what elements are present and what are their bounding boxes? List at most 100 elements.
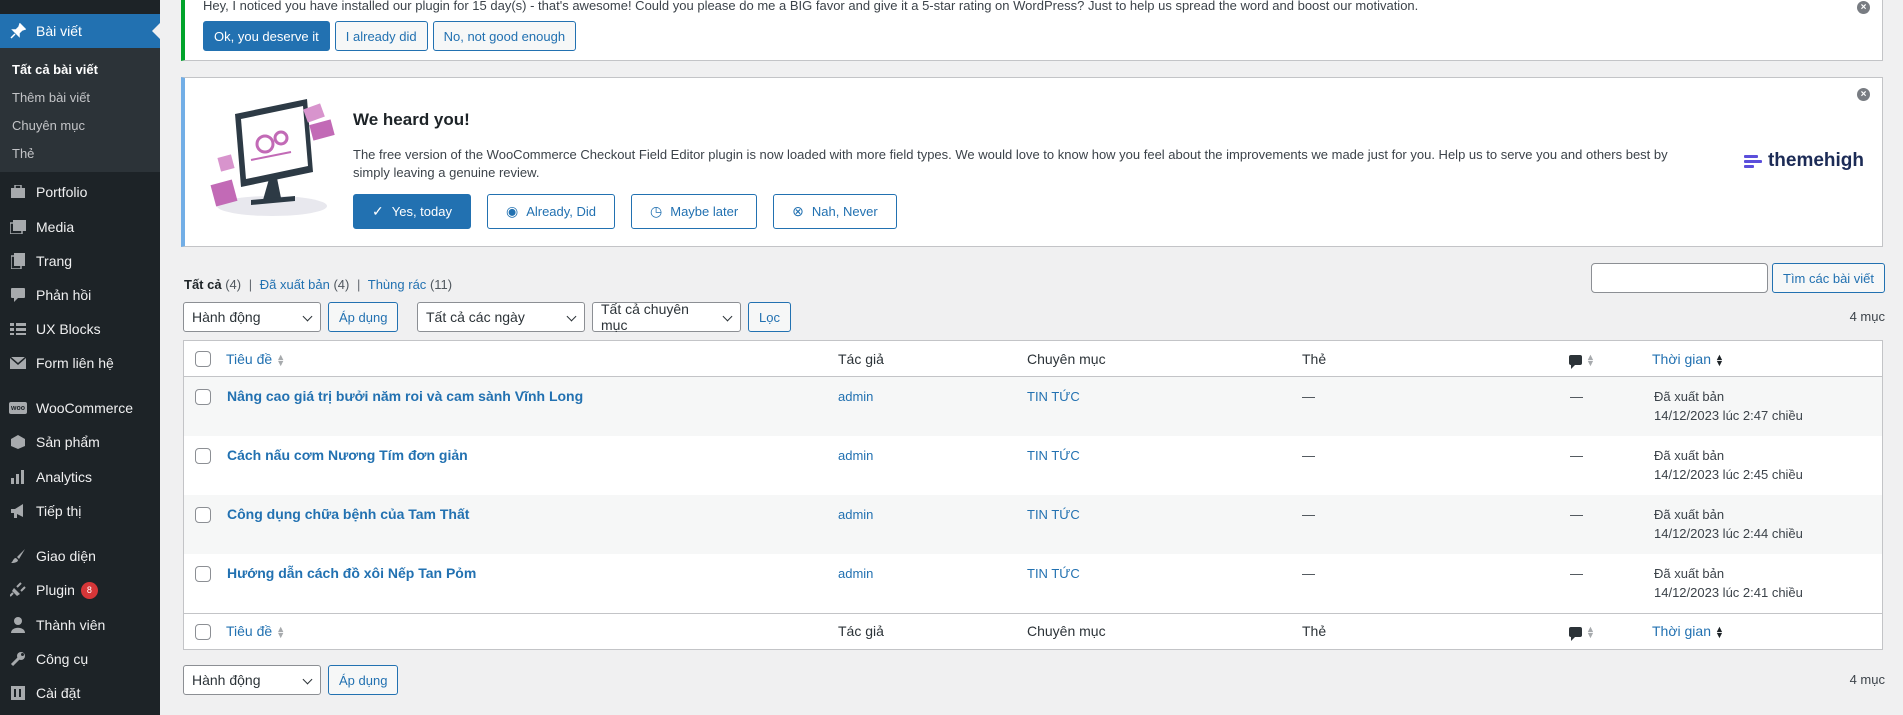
pin-icon: [0, 23, 36, 39]
sidebar-item-products[interactable]: Sản phẩm: [0, 425, 160, 459]
apply-button-bottom[interactable]: Áp dụng: [328, 665, 399, 695]
sidebar-item-portfolio[interactable]: Portfolio: [0, 175, 160, 209]
post-tags: —: [1302, 566, 1315, 581]
post-comments: —: [1570, 448, 1583, 463]
review-later-label: Maybe later: [670, 204, 739, 219]
review-later-button[interactable]: ◷ Maybe later: [631, 194, 758, 229]
sidebar-item-marketing[interactable]: Tiếp thị: [0, 494, 160, 528]
sidebar-item-analytics[interactable]: Analytics: [0, 460, 160, 494]
sidebar-item-users[interactable]: Thành viên: [0, 608, 160, 642]
already-rated-button[interactable]: I already did: [334, 21, 428, 51]
comment-icon: [0, 287, 36, 303]
post-author-link[interactable]: admin: [838, 448, 873, 463]
post-author-link[interactable]: admin: [838, 507, 873, 522]
bulk-action-select-bottom[interactable]: Hành động: [183, 665, 321, 695]
themehigh-logo: themehigh: [1743, 150, 1864, 172]
post-category-link[interactable]: TIN TỨC: [1027, 507, 1080, 522]
sidebar-item-label: Portfolio: [36, 184, 88, 200]
column-date-footer[interactable]: Thời gian ▲ ▼: [1652, 623, 1724, 641]
column-categories-header: Chuyên mục: [1027, 351, 1106, 367]
posts-submenu: Tất cả bài viết Thêm bài viết Chuyên mục…: [0, 48, 160, 172]
sidebar-item-posts[interactable]: Bài viết: [0, 14, 160, 48]
post-author-link[interactable]: admin: [838, 566, 873, 581]
sidebar-item-label: Sản phẩm: [36, 434, 100, 450]
sidebar-item-label: Phản hồi: [36, 287, 92, 303]
sort-icon: ▲ ▼: [276, 352, 286, 369]
column-author-header: Tác giả: [838, 351, 884, 367]
clock-icon: ◷: [650, 203, 663, 219]
view-trash[interactable]: Thùng rác (11): [368, 277, 452, 292]
sidebar-item-pages[interactable]: Trang: [0, 244, 160, 278]
review-never-button[interactable]: ⊗ Nah, Never: [773, 194, 897, 229]
apply-button[interactable]: Áp dụng: [328, 302, 399, 332]
column-comments-footer[interactable]: ▲ ▼: [1569, 623, 1595, 641]
search-input[interactable]: [1591, 263, 1768, 293]
submenu-add-post[interactable]: Thêm bài viết: [0, 84, 160, 112]
wrench-icon: [0, 651, 36, 667]
sidebar-item-woocommerce[interactable]: woo WooCommerce: [0, 391, 160, 425]
mail-icon: [0, 357, 36, 369]
post-tags: —: [1302, 389, 1315, 404]
column-title-header[interactable]: Tiêu đề ▲ ▼: [226, 351, 286, 369]
view-all[interactable]: Tất cả (4): [184, 277, 241, 292]
post-comments: —: [1570, 507, 1583, 522]
column-comments-header[interactable]: ▲ ▼: [1569, 351, 1595, 369]
not-good-enough-button[interactable]: No, not good enough: [432, 21, 577, 51]
rating-notice-text: Hey, I noticed you have installed our pl…: [203, 0, 1419, 13]
plugin-icon: [0, 582, 36, 598]
view-published[interactable]: Đã xuất bản (4): [260, 277, 350, 292]
filter-button[interactable]: Lọc: [748, 302, 791, 332]
portfolio-icon: [0, 185, 36, 199]
sidebar-item-contact-form[interactable]: Form liên hệ: [0, 346, 160, 380]
blocks-icon: [0, 323, 36, 335]
row-checkbox[interactable]: [195, 507, 211, 523]
post-title-link[interactable]: Cách nấu cơm Nương Tím đơn giản: [227, 447, 468, 463]
sidebar-item-label: Tiếp thị: [36, 503, 82, 519]
sidebar-item-tools[interactable]: Công cụ: [0, 642, 160, 676]
submenu-all-posts[interactable]: Tất cả bài viết: [0, 56, 160, 84]
review-yes-button[interactable]: ✓ Yes, today: [353, 194, 471, 229]
table-row: Hướng dẫn cách đồ xôi Nếp Tan Pỏm admin …: [184, 554, 1882, 613]
review-never-label: Nah, Never: [811, 204, 878, 219]
column-title-footer[interactable]: Tiêu đề ▲ ▼: [226, 623, 286, 641]
sidebar-item-label: Form liên hệ: [36, 355, 114, 371]
table-header: Tiêu đề ▲ ▼ Tác giả Chuyên mục Thẻ ▲ ▼ Thời…: [184, 341, 1882, 377]
column-date-header[interactable]: Thời gian ▲ ▼: [1652, 351, 1724, 368]
select-all-checkbox[interactable]: [195, 351, 211, 367]
submenu-tags[interactable]: Thẻ: [0, 140, 160, 168]
sidebar-item-settings[interactable]: Cài đặt: [0, 676, 160, 710]
post-status-views: Tất cả (4) | Đã xuất bản (4) | Thùng rác…: [184, 277, 452, 292]
close-icon[interactable]: ×: [1857, 1, 1870, 14]
sidebar-item-plugins[interactable]: Plugin 8: [0, 573, 160, 607]
table-footer: Tiêu đề ▲ ▼ Tác giả Chuyên mục Thẻ ▲ ▼ Thời…: [184, 613, 1882, 649]
sidebar-item-label: Trang: [36, 253, 73, 269]
bulk-action-select[interactable]: Hành động: [183, 302, 321, 332]
sidebar-item-comments[interactable]: Phản hồi: [0, 278, 160, 312]
sidebar-item-media[interactable]: Media: [0, 210, 160, 244]
row-checkbox[interactable]: [195, 566, 211, 582]
post-category-link[interactable]: TIN TỨC: [1027, 566, 1080, 581]
post-comments: —: [1570, 389, 1583, 404]
rate-yes-button[interactable]: Ok, you deserve it: [203, 21, 330, 51]
category-filter-select[interactable]: Tất cả chuyên mục: [592, 301, 741, 333]
search-posts-button[interactable]: Tìm các bài viết: [1772, 263, 1886, 293]
sidebar-item-appearance[interactable]: Giao diện: [0, 539, 160, 573]
post-category-link[interactable]: TIN TỨC: [1027, 389, 1080, 404]
review-already-button[interactable]: ◉ Already, Did: [486, 194, 616, 229]
sort-icon: ▲ ▼: [1715, 624, 1724, 641]
date-filter-select[interactable]: Tất cả các ngày: [417, 302, 585, 332]
brand-name: themehigh: [1767, 150, 1864, 171]
post-title-link[interactable]: Nâng cao giá trị bưởi năm roi và cam sàn…: [227, 388, 583, 404]
select-all-checkbox[interactable]: [195, 624, 211, 640]
submenu-categories[interactable]: Chuyên mục: [0, 112, 160, 140]
post-title-link[interactable]: Công dụng chữa bệnh của Tam Thất: [227, 506, 469, 522]
column-author-footer: Tác giả: [838, 623, 884, 639]
sort-icon: ▲ ▼: [276, 624, 286, 641]
post-category-link[interactable]: TIN TỨC: [1027, 448, 1080, 463]
row-checkbox[interactable]: [195, 389, 211, 405]
sidebar-item-ux-blocks[interactable]: UX Blocks: [0, 312, 160, 346]
close-icon[interactable]: ×: [1857, 88, 1870, 101]
post-title-link[interactable]: Hướng dẫn cách đồ xôi Nếp Tan Pỏm: [227, 565, 476, 581]
row-checkbox[interactable]: [195, 448, 211, 464]
post-author-link[interactable]: admin: [838, 389, 873, 404]
